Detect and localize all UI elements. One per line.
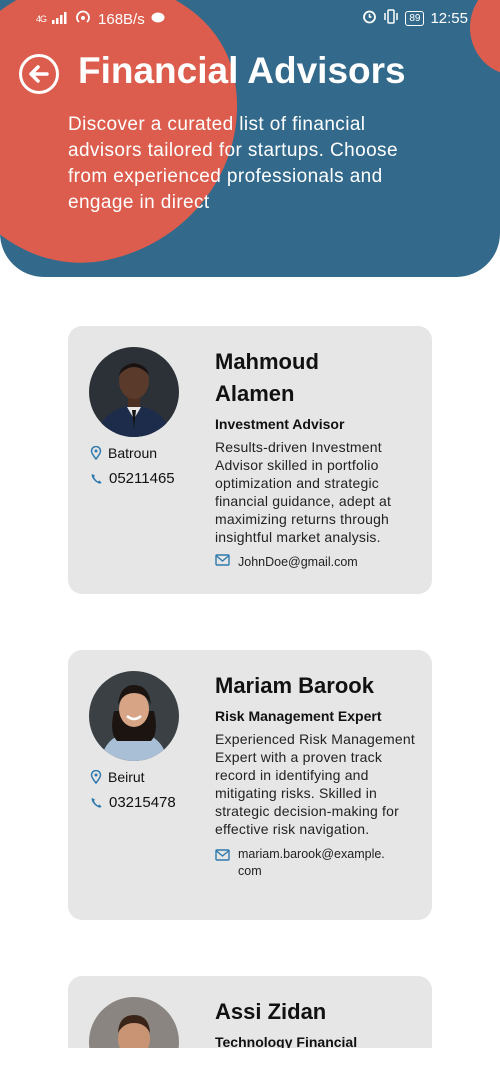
advisor-email[interactable]: JohnDoe@gmail.com bbox=[238, 554, 358, 571]
alarm-icon bbox=[362, 9, 377, 28]
signal-icon bbox=[52, 11, 68, 28]
advisor-role: Technology Financial bbox=[215, 1034, 358, 1048]
map-pin-icon bbox=[90, 446, 102, 460]
mail-icon bbox=[215, 849, 230, 861]
location-text: Batroun bbox=[108, 445, 158, 461]
avatar bbox=[89, 347, 179, 437]
status-bar: 4G 168B/s 89 12:55 bbox=[0, 0, 500, 36]
advisor-name: Mariam Barook bbox=[215, 673, 374, 698]
location-text: Beirut bbox=[108, 769, 145, 785]
vibrate-icon bbox=[383, 9, 399, 28]
advisor-role: Risk Management Expert bbox=[215, 708, 382, 724]
arrow-left-icon bbox=[28, 63, 50, 85]
advisor-bio: Results-driven Investment Advisor skille… bbox=[215, 439, 392, 545]
chat-icon bbox=[151, 11, 165, 28]
back-button[interactable] bbox=[19, 54, 59, 94]
clock: 12:55 bbox=[430, 10, 468, 27]
advisor-role: Investment Advisor bbox=[215, 416, 345, 432]
advisor-name: Assi Zidan bbox=[215, 999, 327, 1024]
page-title: Financial Advisors bbox=[78, 50, 406, 91]
location: Beirut bbox=[90, 769, 145, 785]
hotspot-icon bbox=[74, 9, 92, 29]
network-speed: 168B/s bbox=[98, 10, 145, 28]
advisor-name: Mahmoud Alamen bbox=[215, 349, 319, 406]
advisor-card[interactable]: Beirut 03215478 Mariam Barook Risk Manag… bbox=[68, 650, 432, 920]
email-row[interactable]: mariam.barook@example.com bbox=[215, 846, 420, 880]
page-description: Discover a curated list of financial adv… bbox=[68, 114, 398, 213]
phone-icon bbox=[90, 796, 103, 809]
avatar bbox=[89, 997, 179, 1048]
header-banner: 4G 168B/s 89 12:55 Financial Advisors Di… bbox=[0, 0, 500, 277]
mail-icon bbox=[215, 554, 230, 566]
location: Batroun bbox=[90, 445, 157, 461]
email-row[interactable]: JohnDoe@gmail.com bbox=[215, 554, 420, 571]
avatar bbox=[89, 671, 179, 761]
phone[interactable]: 05211465 bbox=[90, 470, 175, 487]
advisor-email[interactable]: mariam.barook@example.com bbox=[238, 846, 388, 880]
network-type: 4G bbox=[36, 14, 47, 24]
phone[interactable]: 03215478 bbox=[90, 794, 176, 811]
advisor-card[interactable]: Assi Zidan Technology Financial bbox=[68, 976, 432, 1048]
advisor-bio: Experienced Risk Management Expert with … bbox=[215, 731, 415, 837]
advisor-card[interactable]: Batroun 05211465 Mahmoud Alamen Investme… bbox=[68, 326, 432, 594]
phone-number: 03215478 bbox=[109, 794, 176, 811]
battery-level: 89 bbox=[405, 11, 425, 26]
phone-icon bbox=[90, 472, 103, 485]
map-pin-icon bbox=[90, 770, 102, 784]
phone-number: 05211465 bbox=[109, 470, 175, 487]
